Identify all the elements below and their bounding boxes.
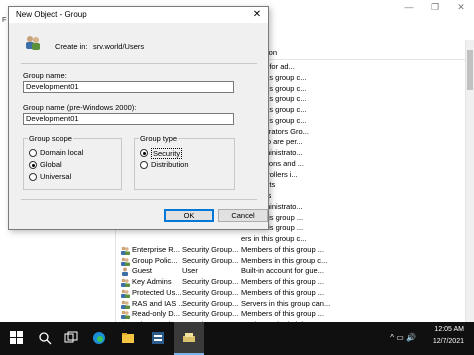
list-row[interactable]: Read-only D... Security Group... Members o…: [117, 309, 465, 320]
edge-browser-icon[interactable]: [92, 331, 106, 345]
radio-label: Security: [151, 148, 183, 159]
group-icon: [120, 310, 130, 320]
radio-label: Global: [40, 160, 62, 169]
ok-button[interactable]: OK: [164, 209, 214, 222]
group-icon: [120, 300, 130, 309]
group-icon: [120, 289, 130, 298]
clock-time[interactable]: 12:05 AM: [434, 326, 464, 333]
object-description: Servers in this group can...: [241, 298, 331, 308]
group-name-pre2000-label: Group name (pre-Windows 2000):: [23, 103, 137, 112]
aduc-app-icon: [183, 333, 195, 342]
object-type: Security Group...: [182, 244, 239, 254]
user-icon: [120, 267, 130, 277]
object-description: Members of this group ...: [241, 309, 324, 319]
new-object-group-dialog: New Object - Group ✕ Create in: srv.worl…: [8, 6, 269, 230]
restore-icon[interactable]: ❐: [422, 0, 448, 14]
taskbar: ^ ▭ 🔊 12:05 AM 12/7/2021: [0, 322, 474, 355]
cancel-button[interactable]: Cancel: [218, 209, 268, 222]
list-row[interactable]: Group Polic... Security Group... Members i…: [117, 256, 465, 267]
object-description: Members of this group ...: [241, 244, 324, 254]
search-icon[interactable]: [38, 331, 52, 345]
divider: [21, 63, 257, 64]
object-description: Members in this group c...: [241, 255, 328, 265]
list-row[interactable]: RAS and IAS ... Security Group... Servers …: [117, 299, 465, 310]
group-icon: [120, 278, 130, 287]
group-icon: [120, 246, 130, 255]
system-tray-icons[interactable]: ^ ▭ 🔊: [390, 333, 416, 342]
group-icon: [120, 257, 130, 266]
group-name-pre2000-input[interactable]: Development01: [23, 113, 234, 125]
radio-button[interactable]: [140, 161, 148, 169]
object-type: User: [182, 266, 198, 276]
list-scrollbar[interactable]: [465, 40, 474, 322]
close-icon[interactable]: ✕: [250, 8, 264, 22]
scrollbar-thumb[interactable]: [467, 50, 473, 90]
list-row[interactable]: ers in this group c...: [117, 234, 465, 245]
radio-label: Domain local: [40, 148, 84, 157]
object-description: ers in this group c...: [241, 234, 307, 243]
list-row[interactable]: Guest User Built-in account for gue...: [117, 266, 465, 277]
group-name-label: Group name:: [23, 71, 67, 80]
create-in-label: Create in:: [55, 42, 88, 51]
object-type: Security Group...: [182, 277, 239, 286]
create-in-value: srv.world/Users: [93, 42, 145, 51]
object-type: Security Group...: [182, 255, 239, 265]
file-explorer-icon[interactable]: [121, 331, 135, 345]
radio-button-selected[interactable]: [29, 161, 37, 169]
radio-label: Universal: [40, 172, 72, 181]
windows-start-icon[interactable]: [10, 331, 24, 345]
minimize-icon[interactable]: —: [396, 0, 422, 14]
group-name-input[interactable]: Development01: [23, 81, 234, 93]
radio-button[interactable]: [29, 149, 37, 157]
close-icon[interactable]: ✕: [448, 0, 474, 14]
dialog-title: New Object - Group: [16, 10, 87, 19]
list-row[interactable]: Key Admins Security Group... Members of th…: [117, 277, 465, 288]
group-type-title: Group type: [139, 134, 179, 143]
object-description: Members of this group ...: [241, 287, 324, 297]
dialog-titlebar: New Object - Group ✕: [9, 7, 268, 23]
group-scope-box: Group scope Domain local Global Universa…: [23, 134, 122, 190]
object-type: Security Group...: [182, 287, 239, 297]
clock-date[interactable]: 12/7/2021: [433, 338, 464, 345]
group-scope-title: Group scope: [28, 134, 73, 143]
group-icon: [26, 36, 40, 50]
list-row[interactable]: Enterprise R... Security Group... Members …: [117, 245, 465, 256]
aduc-taskbar-button[interactable]: [174, 322, 204, 355]
object-description: Built-in account for gue...: [241, 266, 324, 276]
radio-button-selected[interactable]: [140, 149, 148, 157]
task-view-icon[interactable]: [64, 331, 78, 345]
menu-file[interactable]: F: [2, 15, 7, 24]
server-manager-icon[interactable]: [151, 331, 165, 345]
list-row[interactable]: Protected Us... Security Group... Members …: [117, 288, 465, 299]
radio-label: Distribution: [151, 160, 189, 169]
object-type: Security Group...: [182, 298, 239, 308]
radio-button[interactable]: [29, 173, 37, 181]
object-description: Members of this group ...: [241, 277, 324, 286]
object-type: Security Group...: [182, 309, 239, 319]
group-type-box: Group type Security Distribution: [134, 134, 235, 190]
divider: [21, 199, 257, 200]
